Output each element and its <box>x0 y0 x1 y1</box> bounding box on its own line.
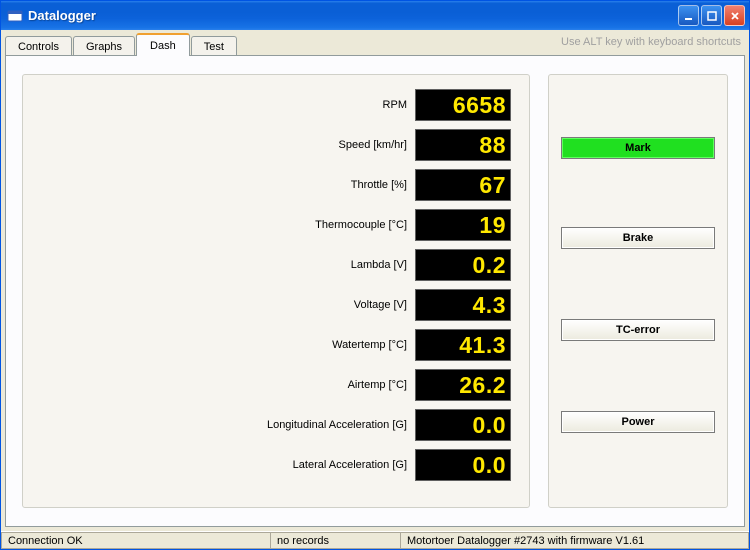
value-lambda: 0.2 <box>415 249 511 281</box>
readout-watertemp: Watertemp [°C] 41.3 <box>31 329 511 361</box>
label-lon-accel: Longitudinal Acceleration [G] <box>31 419 415 431</box>
app-icon <box>7 8 23 24</box>
tabstrip: Controls Graphs Dash Test Use ALT key wi… <box>1 30 749 56</box>
shortcut-hint: Use ALT key with keyboard shortcuts <box>561 36 741 48</box>
label-throttle: Throttle [%] <box>31 179 415 191</box>
value-thermocouple: 19 <box>415 209 511 241</box>
dash-panel: RPM 6658 Speed [km/hr] 88 Throttle [%] 6… <box>5 56 745 527</box>
label-speed: Speed [km/hr] <box>31 139 415 151</box>
tc-error-button[interactable]: TC-error <box>561 319 715 341</box>
readouts-panel: RPM 6658 Speed [km/hr] 88 Throttle [%] 6… <box>22 74 530 508</box>
value-lon-accel: 0.0 <box>415 409 511 441</box>
titlebar: Datalogger <box>1 1 749 30</box>
mark-button[interactable]: Mark <box>561 137 715 159</box>
readout-lambda: Lambda [V] 0.2 <box>31 249 511 281</box>
readout-throttle: Throttle [%] 67 <box>31 169 511 201</box>
status-connection: Connection OK <box>1 532 271 549</box>
app-window: Datalogger Controls Graphs Dash Test Use… <box>0 0 750 550</box>
tab-graphs[interactable]: Graphs <box>73 36 135 56</box>
label-lat-accel: Lateral Acceleration [G] <box>31 459 415 471</box>
value-speed: 88 <box>415 129 511 161</box>
client-area: Controls Graphs Dash Test Use ALT key wi… <box>1 30 749 549</box>
value-watertemp: 41.3 <box>415 329 511 361</box>
statusbar: Connection OK no records Motortoer Datal… <box>1 531 749 549</box>
readout-airtemp: Airtemp [°C] 26.2 <box>31 369 511 401</box>
status-records: no records <box>271 532 401 549</box>
value-lat-accel: 0.0 <box>415 449 511 481</box>
value-throttle: 67 <box>415 169 511 201</box>
label-rpm: RPM <box>31 99 415 111</box>
minimize-button[interactable] <box>678 5 699 26</box>
readout-thermocouple: Thermocouple [°C] 19 <box>31 209 511 241</box>
label-voltage: Voltage [V] <box>31 299 415 311</box>
actions-panel: Mark Brake TC-error Power <box>548 74 728 508</box>
value-voltage: 4.3 <box>415 289 511 321</box>
label-watertemp: Watertemp [°C] <box>31 339 415 351</box>
value-airtemp: 26.2 <box>415 369 511 401</box>
label-thermocouple: Thermocouple [°C] <box>31 219 415 231</box>
close-button[interactable] <box>724 5 745 26</box>
maximize-button[interactable] <box>701 5 722 26</box>
readout-lat-accel: Lateral Acceleration [G] 0.0 <box>31 449 511 481</box>
readout-rpm: RPM 6658 <box>31 89 511 121</box>
power-button[interactable]: Power <box>561 411 715 433</box>
brake-button[interactable]: Brake <box>561 227 715 249</box>
tab-dash[interactable]: Dash <box>136 33 190 56</box>
tab-controls[interactable]: Controls <box>5 36 72 56</box>
window-controls <box>678 5 745 26</box>
status-device: Motortoer Datalogger #2743 with firmware… <box>401 532 749 549</box>
label-airtemp: Airtemp [°C] <box>31 379 415 391</box>
value-rpm: 6658 <box>415 89 511 121</box>
readout-speed: Speed [km/hr] 88 <box>31 129 511 161</box>
readout-voltage: Voltage [V] 4.3 <box>31 289 511 321</box>
window-title: Datalogger <box>28 8 678 23</box>
tab-test[interactable]: Test <box>191 36 237 56</box>
readout-lon-accel: Longitudinal Acceleration [G] 0.0 <box>31 409 511 441</box>
label-lambda: Lambda [V] <box>31 259 415 271</box>
